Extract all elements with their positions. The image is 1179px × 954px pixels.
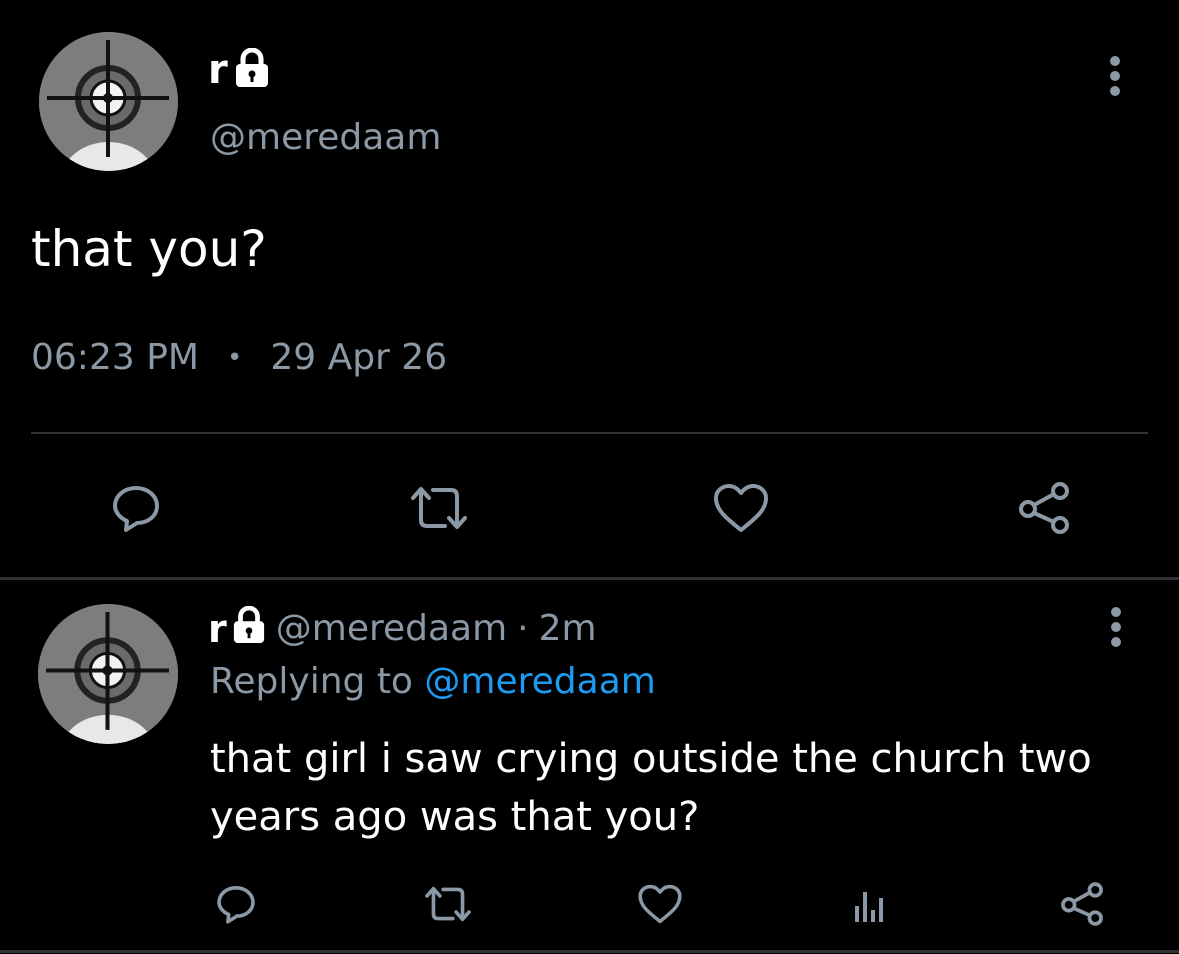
replying-prefix: Replying to: [210, 661, 413, 702]
replying-handle-link[interactable]: @meredaam: [424, 661, 655, 702]
display-name[interactable]: r: [208, 44, 228, 96]
section-divider: [0, 577, 1179, 580]
tweet-text: that you?: [31, 220, 267, 278]
heart-icon[interactable]: [709, 478, 773, 538]
tweet-age: 2m: [538, 608, 597, 649]
lock-icon: [234, 47, 270, 92]
more-vertical-icon[interactable]: [1097, 52, 1133, 100]
reply-text: that girl i saw crying outside the churc…: [210, 730, 1092, 846]
reply-header: r @meredaam · 2m: [208, 604, 597, 654]
reply-icon[interactable]: [212, 880, 260, 928]
crosshair-avatar-image: [39, 32, 178, 171]
tweet-time: 06:23 PM: [31, 337, 199, 378]
share-icon[interactable]: [1012, 476, 1076, 540]
more-vertical-icon[interactable]: [1100, 604, 1132, 650]
handle[interactable]: @meredaam: [276, 604, 507, 654]
timestamp-row: 06:23 PM • 29 Apr 26: [31, 334, 447, 382]
lock-icon: [232, 605, 266, 653]
avatar[interactable]: [39, 32, 178, 171]
reply-text-line: that girl i saw crying outside the churc…: [210, 736, 1092, 782]
share-icon[interactable]: [1056, 878, 1108, 930]
reply-text-line: years ago was that you?: [210, 794, 700, 840]
timestamp-separator: •: [226, 343, 243, 373]
retweet-icon[interactable]: [405, 478, 473, 538]
tweet-date: 29 Apr 26: [270, 337, 448, 378]
replying-to: Replying to @meredaam: [210, 658, 656, 706]
display-name[interactable]: r: [208, 604, 227, 654]
crosshair-avatar-image: [38, 604, 178, 744]
heart-icon[interactable]: [634, 880, 686, 928]
retweet-icon[interactable]: [420, 880, 476, 928]
meta-dot: ·: [517, 608, 529, 649]
handle[interactable]: @meredaam: [210, 114, 441, 162]
display-name-row: r: [208, 44, 270, 96]
reply-icon[interactable]: [106, 478, 166, 538]
bottom-divider: [0, 950, 1179, 953]
divider: [31, 432, 1148, 434]
avatar[interactable]: [38, 604, 178, 744]
analytics-icon[interactable]: [848, 880, 890, 928]
